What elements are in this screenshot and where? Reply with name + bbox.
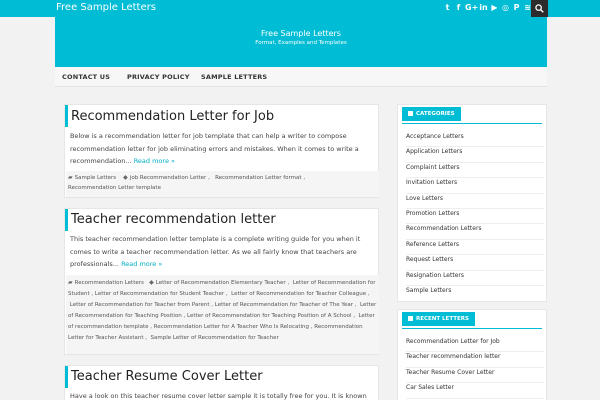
category-link[interactable]: Request Letters	[406, 255, 544, 271]
category-link[interactable]: Sample Letters	[406, 286, 544, 301]
recent-letters-heading-label: RECENT LETTERS	[416, 316, 469, 322]
folder-icon	[408, 111, 413, 116]
read-more-link[interactable]: Read more »	[134, 157, 175, 165]
facebook-icon[interactable]: f	[454, 2, 463, 14]
post-tag[interactable]: Letter of Recommendation for Teacher of …	[215, 302, 353, 308]
post-excerpt: This teacher recommendation letter templ…	[70, 233, 375, 271]
post-tag[interactable]: Letter of Recommendation for Student Tea…	[95, 291, 224, 297]
nav-item-contact-us[interactable]: CONTACT US	[62, 72, 110, 82]
post-title[interactable]: Teacher Resume Cover Letter	[71, 368, 263, 385]
post-tag[interactable]: Letter of Recommendation for Teacher fro…	[70, 302, 210, 308]
excerpt-text: Below is a recommendation letter for job…	[70, 132, 359, 165]
social-icons: t f G+ in ▶ ◎ P ≋	[443, 1, 532, 15]
search-icon	[535, 4, 544, 13]
post-title-accent	[65, 366, 68, 388]
youtube-icon[interactable]: ▶	[490, 2, 499, 14]
nav-item-privacy-policy[interactable]: PRIVACY POLICY	[127, 72, 190, 82]
top-bar: Free Sample Letters t f G+ in ▶ ◎ P ≋	[0, 0, 600, 17]
site-name-link[interactable]: Free Sample Letters	[56, 1, 156, 15]
google-plus-icon[interactable]: G+	[465, 2, 478, 14]
post-excerpt: Have a look on this teacher resume cover…	[70, 392, 367, 400]
post-meta: ▰ Recommendation Letters ◆ Letter of Recom…	[66, 275, 379, 354]
category-link[interactable]: Promotion Letters	[406, 209, 544, 225]
post-tag[interactable]: Recommendation Letter for A Teacher Who …	[154, 324, 309, 330]
categories-heading-label: CATEGORIES	[416, 111, 455, 117]
twitter-icon[interactable]: t	[443, 2, 452, 14]
pinterest-icon[interactable]: P	[512, 2, 521, 14]
post-title[interactable]: Recommendation Letter for Job	[71, 108, 274, 125]
recent-letter-link[interactable]: Car Sales Letter	[406, 383, 544, 399]
post-tag[interactable]: Letter of Recommendation Elementary Teac…	[156, 280, 286, 286]
folder-icon: ▰	[68, 279, 73, 286]
nav-item-sample-letters[interactable]: SAMPLE LETTERS	[201, 72, 267, 82]
recent-letters-heading: RECENT LETTERS	[402, 312, 475, 326]
category-link[interactable]: Love Letters	[406, 194, 544, 209]
read-more-link[interactable]: Read more »	[121, 260, 162, 268]
post-tag[interactable]: job Recommendation Letter	[130, 175, 207, 181]
recent-letter-link[interactable]: Recommendation Letter for Job	[406, 337, 544, 353]
post-tag[interactable]: Letter of Recommendation for Teacher Col…	[231, 291, 366, 297]
widget-divider	[402, 123, 542, 124]
excerpt-text: This teacher recommendation letter templ…	[70, 235, 361, 268]
folder-icon: ▰	[68, 174, 73, 181]
tag-icon: ◆	[123, 174, 128, 181]
post-meta: ▰ Sample Letters ◆ job Recommendation Lett…	[66, 171, 379, 197]
category-link[interactable]: Reference Letters	[406, 240, 544, 256]
categories-heading: CATEGORIES	[402, 107, 461, 121]
post-card: Teacher Resume Cover Letter Have a look …	[64, 365, 379, 400]
post-title-accent	[65, 209, 68, 231]
category-link[interactable]: Recommendation Letters	[406, 224, 544, 240]
category-link[interactable]: Complaint Letters	[406, 163, 544, 179]
site-header: Free Sample Letters Format, Examples and…	[55, 17, 547, 67]
linkedin-icon[interactable]: in	[479, 2, 488, 14]
categories-widget: CATEGORIES Acceptance Letters Applicatio…	[397, 104, 547, 302]
post-card: Recommendation Letter for Job Below is a…	[64, 104, 379, 198]
recent-letter-link[interactable]: Teacher recommendation letter	[406, 352, 544, 368]
post-tag[interactable]: Recommendation Letter format	[215, 175, 302, 181]
widget-divider	[402, 328, 542, 329]
post-excerpt: Below is a recommendation letter for job…	[70, 130, 375, 168]
recent-letters-widget: RECENT LETTERS Recommendation Letter for…	[397, 309, 547, 400]
category-link[interactable]: Acceptance Letters	[406, 132, 544, 148]
post-tag[interactable]: Sample Letter of Recommendation for Teac…	[151, 335, 279, 341]
document-icon	[408, 316, 413, 321]
post-category[interactable]: Sample Letters	[75, 175, 117, 181]
search-button[interactable]	[531, 0, 548, 17]
recent-letter-link[interactable]: Teacher Resume Cover Letter	[406, 368, 544, 384]
site-title[interactable]: Free Sample Letters	[55, 29, 547, 39]
post-title[interactable]: Teacher recommendation letter	[71, 211, 276, 228]
category-link[interactable]: Application Letters	[406, 147, 544, 163]
instagram-icon[interactable]: ◎	[501, 2, 510, 14]
site-tagline: Format, Examples and Templates	[255, 40, 347, 46]
category-link[interactable]: Invitation Letters	[406, 178, 544, 194]
post-card: Teacher recommendation letter This teach…	[64, 208, 379, 355]
tag-icon: ◆	[149, 279, 154, 286]
post-tag[interactable]: Recommendation Letter template	[68, 185, 161, 191]
post-tag[interactable]: Letter of Recommendation for Teaching Po…	[187, 313, 351, 319]
category-link[interactable]: Resignation Letters	[406, 271, 544, 286]
post-title-accent	[65, 105, 68, 127]
post-category[interactable]: Recommendation Letters	[75, 280, 144, 286]
main-nav: CONTACT US PRIVACY POLICY SAMPLE LETTERS	[55, 67, 547, 87]
